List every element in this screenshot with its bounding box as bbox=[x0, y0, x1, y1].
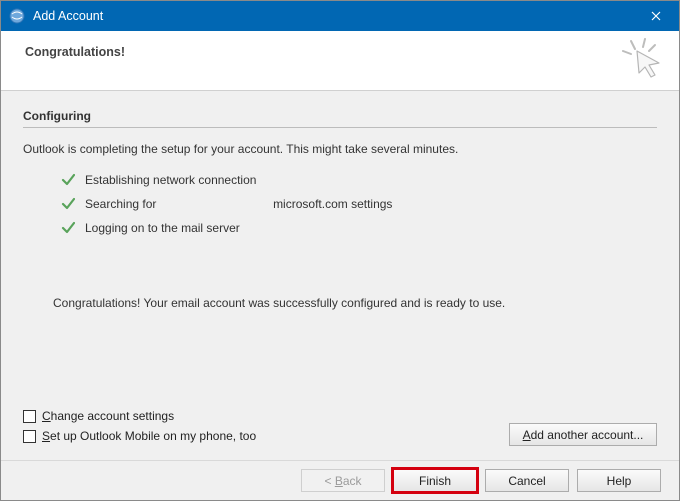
step-logon: Logging on to the mail server bbox=[61, 216, 657, 240]
label: Cancel bbox=[508, 474, 545, 488]
window-close-button[interactable] bbox=[633, 1, 679, 31]
back-button: < Back bbox=[301, 469, 385, 492]
label-rest: ack bbox=[343, 474, 362, 488]
section-label: Configuring bbox=[23, 109, 657, 123]
cursor-click-icon bbox=[621, 37, 665, 81]
step-search-prefix: Searching for bbox=[85, 197, 160, 211]
label: Finish bbox=[419, 474, 451, 488]
close-icon bbox=[651, 11, 661, 21]
checkbox-label: Change account settings bbox=[42, 409, 174, 423]
step-search-suffix: microsoft.com settings bbox=[273, 197, 392, 211]
step-label: Searching for microsoft.com settings bbox=[85, 197, 392, 211]
label-rest: et up Outlook Mobile on my phone, too bbox=[50, 429, 256, 443]
label-rest: hange account settings bbox=[51, 409, 174, 423]
checkbox-icon bbox=[23, 430, 36, 443]
add-another-account-button[interactable]: Add another account... bbox=[509, 423, 657, 446]
app-icon bbox=[9, 8, 25, 24]
setup-outlook-mobile-checkbox[interactable]: Set up Outlook Mobile on my phone, too bbox=[23, 426, 256, 446]
setup-steps: Establishing network connection Searchin… bbox=[61, 168, 657, 240]
help-button[interactable]: Help bbox=[577, 469, 661, 492]
cancel-button[interactable]: Cancel bbox=[485, 469, 569, 492]
accel: C bbox=[42, 409, 51, 423]
title-bar: Add Account bbox=[1, 1, 679, 31]
step-label: Establishing network connection bbox=[85, 173, 256, 187]
success-message: Congratulations! Your email account was … bbox=[53, 296, 657, 310]
step-network: Establishing network connection bbox=[61, 168, 657, 192]
finish-button[interactable]: Finish bbox=[393, 469, 477, 492]
label: Help bbox=[607, 474, 632, 488]
change-account-settings-checkbox[interactable]: Change account settings bbox=[23, 406, 256, 426]
options-area: Change account settings Set up Outlook M… bbox=[23, 406, 256, 446]
accel: B bbox=[335, 474, 343, 488]
section-divider bbox=[23, 127, 657, 128]
step-search: Searching for microsoft.com settings bbox=[61, 192, 657, 216]
wizard-header: Congratulations! bbox=[1, 31, 679, 91]
add-another-area: Add another account... bbox=[509, 423, 657, 446]
label-rest: dd another account... bbox=[531, 428, 644, 442]
wizard-body: Configuring Outlook is completing the se… bbox=[1, 91, 679, 460]
window-title: Add Account bbox=[33, 9, 633, 23]
check-icon bbox=[61, 173, 75, 187]
lead-text: Outlook is completing the setup for your… bbox=[23, 142, 657, 156]
step-label: Logging on to the mail server bbox=[85, 221, 240, 235]
check-icon bbox=[61, 221, 75, 235]
checkbox-label: Set up Outlook Mobile on my phone, too bbox=[42, 429, 256, 443]
header-title: Congratulations! bbox=[25, 45, 655, 59]
back-prefix: < bbox=[324, 474, 334, 488]
checkbox-icon bbox=[23, 410, 36, 423]
accel: A bbox=[523, 428, 531, 442]
redacted-email bbox=[160, 197, 270, 210]
button-bar: < Back Finish Cancel Help bbox=[1, 460, 679, 500]
check-icon bbox=[61, 197, 75, 211]
accel: S bbox=[42, 429, 50, 443]
